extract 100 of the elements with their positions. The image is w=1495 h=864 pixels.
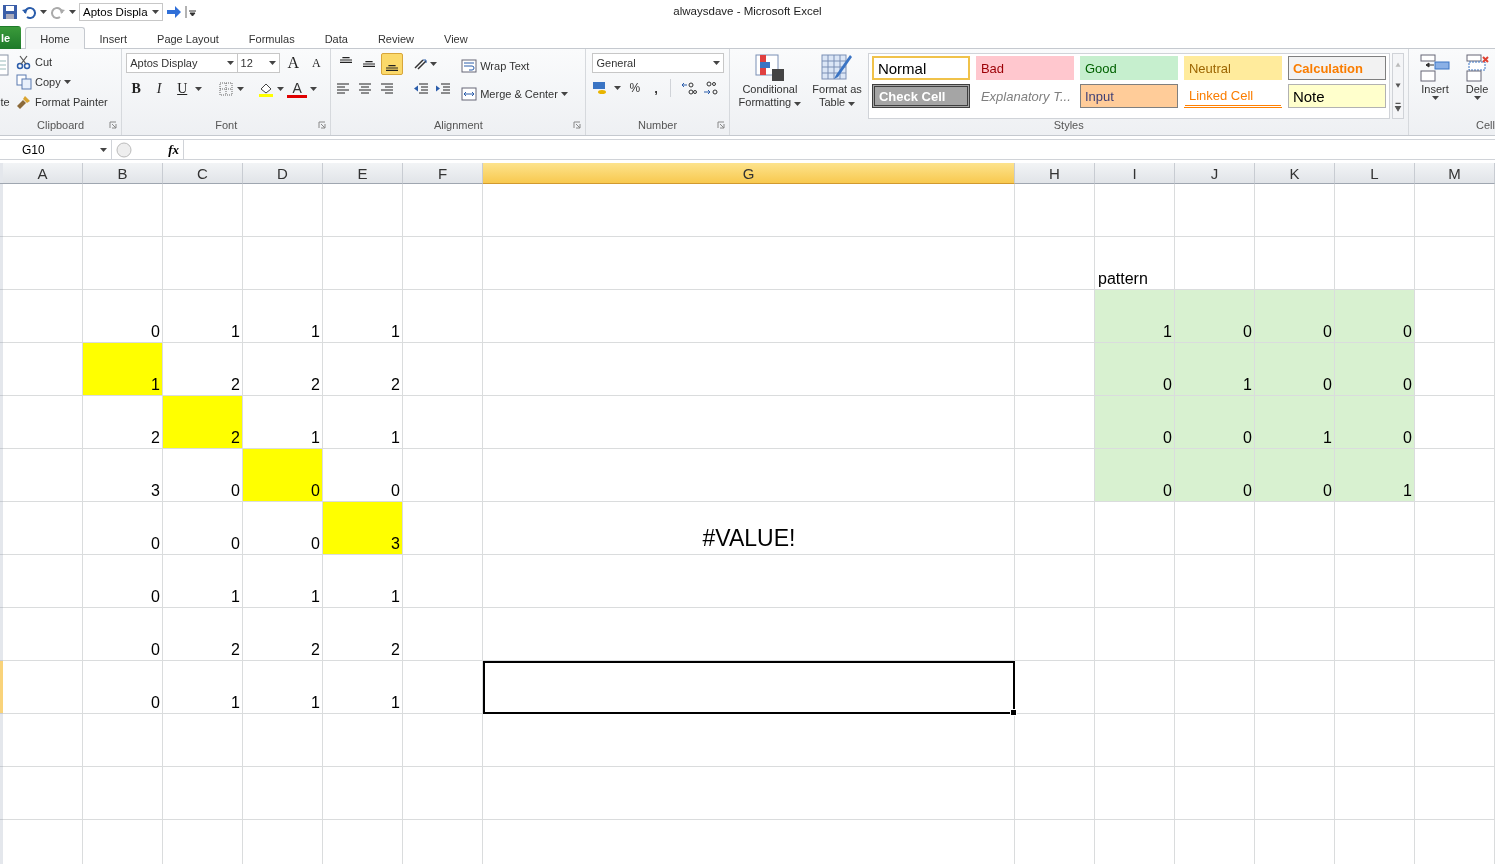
decrease-decimal-icon[interactable] [703, 80, 720, 96]
table-cell[interactable] [243, 237, 323, 290]
table-cell[interactable] [483, 714, 1015, 767]
column-header[interactable]: F [403, 163, 483, 184]
table-cell[interactable] [83, 237, 163, 290]
table-cell[interactable]: 0 [1255, 290, 1335, 343]
table-cell[interactable] [1335, 184, 1415, 237]
table-cell[interactable] [1415, 555, 1495, 608]
table-cell[interactable] [1095, 714, 1175, 767]
table-cell[interactable] [1335, 661, 1415, 714]
table-cell[interactable]: 1 [163, 555, 243, 608]
table-cell[interactable] [483, 184, 1015, 237]
table-cell[interactable]: 0 [1335, 343, 1415, 396]
conditional-formatting-button[interactable]: Conditional Formatting [733, 53, 807, 119]
currency-icon[interactable] [592, 80, 609, 96]
italic-button[interactable]: I [149, 79, 170, 99]
table-cell[interactable] [1175, 714, 1255, 767]
column-header[interactable]: B [83, 163, 163, 184]
dialog-launcher-icon[interactable] [716, 121, 725, 129]
table-cell[interactable] [1415, 661, 1495, 714]
cell-style-option[interactable]: Note [1287, 84, 1386, 108]
error-cell[interactable]: #VALUE! [483, 502, 1015, 555]
table-cell[interactable] [403, 555, 483, 608]
table-cell[interactable] [1255, 608, 1335, 661]
decrease-indent-icon[interactable] [413, 81, 430, 97]
table-cell[interactable] [1015, 184, 1095, 237]
shrink-font-button[interactable]: A [306, 53, 327, 73]
table-cell[interactable]: 1 [323, 290, 403, 343]
undo-icon[interactable] [21, 4, 37, 20]
ribbon-tab[interactable]: Data [309, 27, 363, 49]
gallery-scrollbar[interactable] [1391, 53, 1404, 119]
table-cell[interactable]: 1 [83, 343, 163, 396]
table-cell[interactable]: 1 [163, 661, 243, 714]
table-cell[interactable] [403, 290, 483, 343]
table-cell[interactable] [403, 661, 483, 714]
align-right-icon[interactable] [379, 81, 396, 97]
table-cell[interactable] [3, 449, 83, 502]
table-cell[interactable] [1415, 767, 1495, 820]
column-header[interactable]: C [163, 163, 243, 184]
table-cell[interactable] [83, 184, 163, 237]
vertical-align-button[interactable] [381, 53, 404, 75]
column-header[interactable]: I [1095, 163, 1175, 184]
table-cell[interactable]: 2 [163, 396, 243, 449]
column-header[interactable]: H [1015, 163, 1095, 184]
table-cell[interactable]: 1 [323, 396, 403, 449]
table-cell[interactable] [163, 237, 243, 290]
table-cell[interactable]: 0 [1255, 449, 1335, 502]
file-tab[interactable]: le [0, 26, 22, 49]
table-cell[interactable] [483, 608, 1015, 661]
table-cell[interactable]: 0 [1175, 396, 1255, 449]
table-cell[interactable]: 1 [323, 661, 403, 714]
table-cell[interactable] [483, 290, 1015, 343]
table-cell[interactable] [1015, 767, 1095, 820]
align-left-icon[interactable] [335, 81, 352, 97]
table-cell[interactable] [3, 608, 83, 661]
table-cell[interactable] [1015, 237, 1095, 290]
table-cell[interactable] [3, 661, 83, 714]
table-cell[interactable] [3, 237, 83, 290]
ribbon-tab[interactable]: Insert [84, 27, 143, 49]
cell-style-option[interactable]: Explanatory T... [975, 84, 1074, 108]
table-cell[interactable] [1335, 767, 1415, 820]
table-cell[interactable] [1095, 767, 1175, 820]
table-cell[interactable] [483, 343, 1015, 396]
paste-button[interactable]: te [0, 53, 10, 109]
table-cell[interactable]: 1 [243, 290, 323, 343]
table-cell[interactable] [323, 714, 403, 767]
table-cell[interactable] [1015, 555, 1095, 608]
table-cell[interactable] [1415, 449, 1495, 502]
table-cell[interactable]: 3 [323, 502, 403, 555]
ribbon-tab[interactable]: Review [362, 27, 429, 49]
table-cell[interactable]: 1 [243, 555, 323, 608]
table-cell[interactable] [163, 767, 243, 820]
column-header[interactable]: J [1175, 163, 1255, 184]
table-cell[interactable] [1175, 184, 1255, 237]
table-cell[interactable] [323, 184, 403, 237]
table-cell[interactable] [1175, 555, 1255, 608]
table-cell[interactable] [1415, 502, 1495, 555]
font-name-field[interactable]: Aptos Display [126, 53, 238, 73]
table-cell[interactable] [483, 396, 1015, 449]
table-cell[interactable] [1335, 555, 1415, 608]
table-cell[interactable] [1255, 767, 1335, 820]
table-cell[interactable]: 2 [323, 608, 403, 661]
save-icon[interactable] [2, 4, 18, 20]
table-cell[interactable] [403, 714, 483, 767]
ribbon-tab[interactable]: Formulas [233, 27, 310, 49]
table-cell[interactable] [3, 290, 83, 343]
table-cell[interactable] [403, 237, 483, 290]
column-header[interactable]: K [1255, 163, 1335, 184]
cell-style-option[interactable]: Bad [975, 56, 1074, 80]
orientation-icon[interactable] [413, 56, 430, 72]
table-cell[interactable]: 0 [1335, 290, 1415, 343]
table-cell[interactable] [1335, 714, 1415, 767]
copy-button[interactable]: Copy [14, 73, 110, 91]
table-cell[interactable] [1095, 184, 1175, 237]
customize-icon[interactable] [185, 5, 197, 19]
insert-function-button[interactable]: fx [168, 141, 179, 158]
table-cell[interactable] [1095, 661, 1175, 714]
brush-icon[interactable] [16, 94, 32, 110]
selected-cell[interactable] [483, 661, 1015, 714]
table-cell[interactable] [1095, 502, 1175, 555]
